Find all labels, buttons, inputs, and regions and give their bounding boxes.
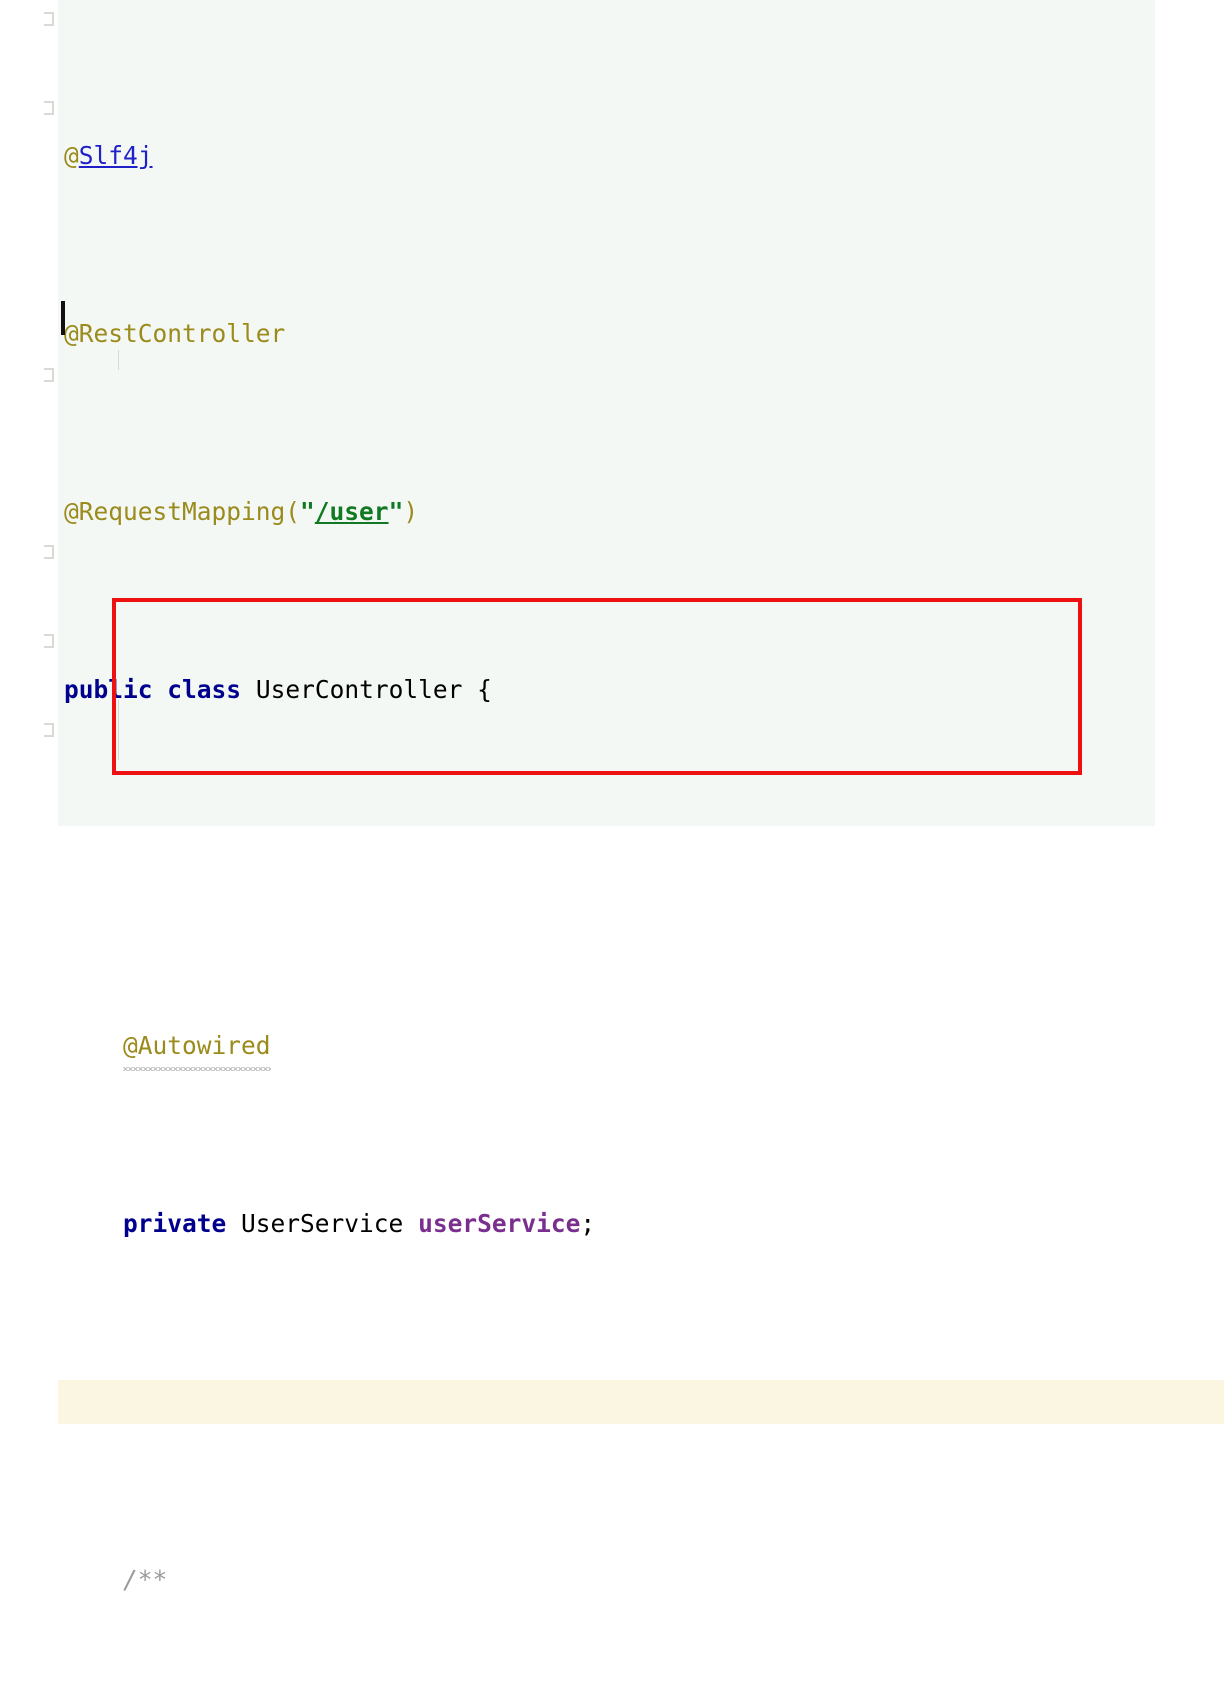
code-content[interactable]: @Slf4j @RestController @RequestMapping("…	[58, 0, 1224, 1594]
keyword-class: class	[167, 674, 242, 704]
open-paren: (	[285, 496, 301, 526]
code-line-9[interactable]: /**	[58, 1558, 1224, 1603]
javadoc-open: /**	[123, 1564, 168, 1594]
quote-open: "	[300, 496, 315, 526]
request-mapping-path: /user	[314, 496, 389, 526]
code-line-1[interactable]: @Slf4j	[58, 134, 1224, 179]
editor-gutter[interactable]	[0, 0, 58, 848]
keyword-private: private	[123, 1208, 227, 1238]
annotation-requestmapping: @RequestMapping	[64, 496, 286, 526]
annotation-restcontroller: @RestController	[64, 318, 286, 348]
fold-marker[interactable]	[44, 723, 54, 737]
semicolon: ;	[580, 1208, 596, 1238]
class-name-usercontroller: UserController	[255, 674, 463, 704]
text-caret	[61, 301, 65, 335]
fold-marker[interactable]	[44, 634, 54, 648]
annotation-autowired: @Autowired	[123, 1030, 271, 1060]
fold-marker[interactable]	[44, 368, 54, 382]
type-userservice: UserService	[241, 1208, 404, 1238]
close-paren: )	[403, 496, 419, 526]
fold-marker[interactable]	[44, 545, 54, 559]
annotation-slf4j-link[interactable]: Slf4j	[79, 141, 153, 170]
fold-marker[interactable]	[44, 12, 54, 26]
quote-close: "	[388, 496, 404, 526]
fold-marker[interactable]	[44, 101, 54, 115]
code-line-4[interactable]: public class UserController {	[58, 668, 1224, 713]
code-line-2[interactable]: @RestController	[58, 312, 1224, 357]
at-symbol: @	[64, 140, 79, 170]
code-line-5-blank[interactable]	[58, 846, 1224, 891]
code-line-7[interactable]: private UserService userService;	[58, 1202, 1224, 1247]
code-line-6[interactable]: @Autowired	[58, 1024, 1224, 1071]
annotation-autowired-warning: @Autowired	[123, 1024, 271, 1071]
open-brace: {	[477, 674, 492, 704]
keyword-public: public	[64, 674, 153, 704]
field-userservice: userService	[418, 1208, 581, 1238]
code-line-8-current[interactable]	[58, 1379, 1224, 1424]
code-line-3[interactable]: @RequestMapping("/user")	[58, 490, 1224, 535]
